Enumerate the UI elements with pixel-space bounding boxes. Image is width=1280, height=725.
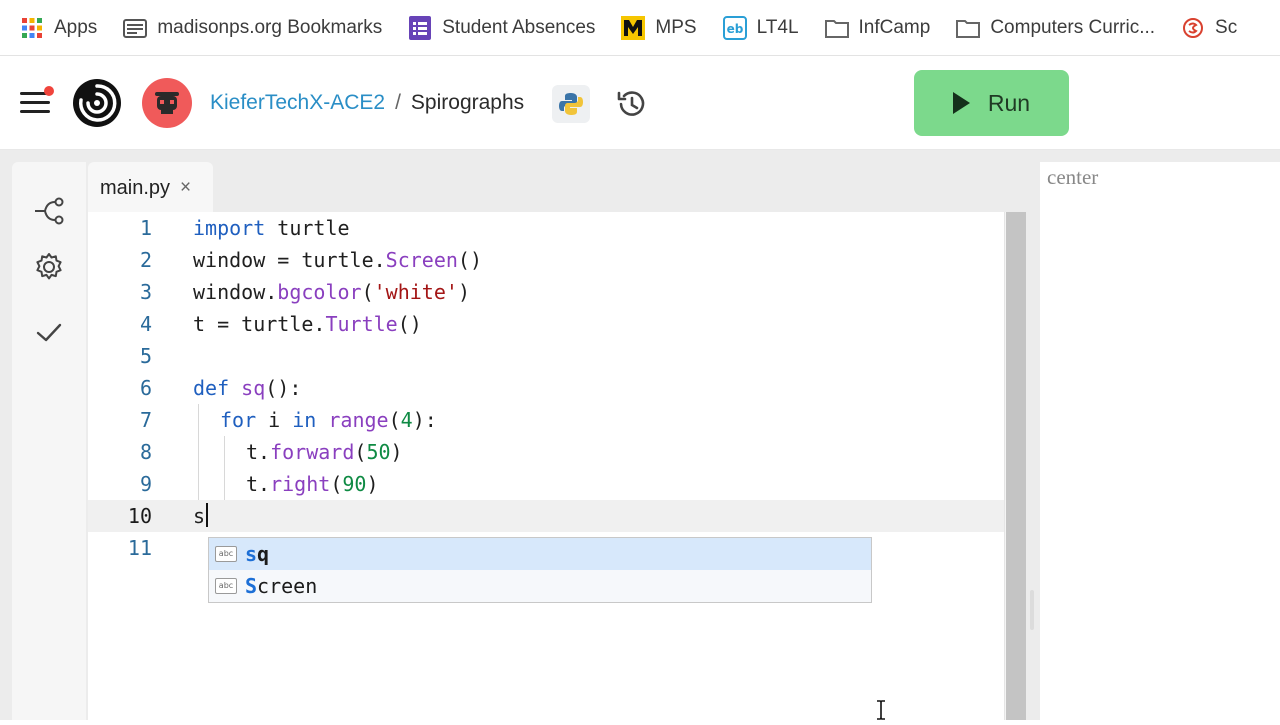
repl-header: KieferTechX-ACE2 / Spirographs Run — [0, 56, 1280, 150]
output-pane: center — [1040, 162, 1280, 720]
code-text: t = turtle.Turtle() — [193, 312, 422, 336]
tab-label: main.py — [100, 176, 171, 199]
mouse-ibeam-cursor-icon — [874, 700, 888, 720]
bookmark-label: Apps — [54, 16, 98, 38]
python-icon[interactable] — [552, 85, 590, 123]
play-icon — [952, 92, 970, 114]
bookmark-lt4l[interactable]: eb LT4L — [722, 15, 799, 40]
code-text: def sq(): — [193, 376, 302, 400]
close-icon[interactable]: × — [180, 177, 191, 199]
line-number: 5 — [139, 344, 152, 368]
bookmark-computers-curric[interactable]: Computers Curric... — [956, 16, 1155, 40]
notification-dot-icon — [44, 86, 54, 96]
code-line[interactable]: 8 t.forward(50) — [88, 436, 1004, 468]
line-number: 10 — [127, 504, 152, 528]
breadcrumb-separator: / — [395, 91, 401, 114]
bookmark-infcamp[interactable]: InfCamp — [824, 16, 931, 40]
line-number: 1 — [139, 216, 152, 240]
code-text: s — [193, 500, 209, 532]
code-line[interactable]: 3 window.bgcolor('white') — [88, 276, 1004, 308]
code-text: window = turtle.Screen() — [193, 248, 482, 272]
bookmark-label: Computers Curric... — [990, 16, 1156, 38]
code-line[interactable]: 4 t = turtle.Turtle() — [88, 308, 1004, 340]
code-line[interactable]: 1 import turtle — [88, 212, 1004, 244]
replit-logo-icon[interactable] — [72, 78, 122, 128]
bookmark-sc[interactable]: Sc — [1181, 16, 1237, 40]
line-number: 4 — [139, 312, 152, 336]
text-symbol-icon: abc — [215, 546, 237, 562]
autocomplete-item-sq[interactable]: abc sq — [209, 538, 871, 570]
menu-icon[interactable] — [20, 86, 54, 114]
git-branch-icon[interactable] — [32, 194, 66, 228]
history-icon[interactable] — [614, 87, 648, 121]
site-icon — [1181, 16, 1205, 40]
bookmark-label: InfCamp — [858, 16, 931, 38]
breadcrumb: KieferTechX-ACE2 / Spirographs — [210, 91, 524, 115]
text-cursor — [206, 503, 209, 527]
code-text: for i in range(4): — [220, 408, 437, 432]
tool-sidebar — [12, 162, 86, 720]
folder-icon — [824, 16, 849, 40]
code-line[interactable]: 2 window = turtle.Screen() — [88, 244, 1004, 276]
check-icon[interactable] — [32, 316, 66, 350]
bookmark-madisonps[interactable]: madisonps.org Bookmarks — [123, 16, 382, 40]
line-number: 7 — [139, 408, 152, 432]
line-number: 6 — [139, 376, 152, 400]
team-link[interactable]: KieferTechX-ACE2 — [210, 91, 385, 115]
bookmark-mps[interactable]: MPS — [621, 15, 697, 40]
code-editor[interactable]: 1 import turtle 2 window = turtle.Screen… — [88, 212, 1026, 720]
autocomplete-item-screen[interactable]: abc Screen — [209, 570, 871, 602]
avatar[interactable] — [142, 78, 192, 128]
bookmark-label: MPS — [655, 16, 697, 38]
line-number: 3 — [139, 280, 152, 304]
indent-guide — [224, 436, 225, 500]
code-line[interactable]: 5 — [88, 340, 1004, 372]
bookmark-page-icon — [123, 16, 148, 40]
editor-pane: main.py × 1 import turtle 2 window = tur… — [86, 162, 1026, 720]
code-line-active[interactable]: 10 s — [88, 500, 1004, 532]
output-text: center — [1047, 165, 1099, 189]
run-label: Run — [987, 89, 1031, 116]
tab-main-py[interactable]: main.py × — [88, 162, 213, 214]
repl-title[interactable]: Spirographs — [411, 91, 524, 115]
apps-grid-icon — [20, 16, 44, 40]
line-number: 11 — [127, 536, 152, 560]
bookmark-label: LT4L — [756, 16, 799, 38]
bookmark-label: Sc — [1215, 16, 1238, 38]
suggestion-text: Screen — [245, 574, 318, 598]
indent-guide — [198, 404, 199, 500]
scrollbar-thumb[interactable] — [1006, 212, 1026, 720]
lt4l-icon: eb — [722, 15, 747, 40]
code-line[interactable]: 9 t.right(90) — [88, 468, 1004, 500]
line-number: 2 — [139, 248, 152, 272]
code-line[interactable]: 6 def sq(): — [88, 372, 1004, 404]
code-text: t.right(90) — [246, 472, 379, 496]
bookmark-label: madisonps.org Bookmarks — [157, 16, 383, 38]
suggestion-text: sq — [245, 542, 270, 566]
code-text: window.bgcolor('white') — [193, 280, 470, 304]
folder-icon — [956, 16, 981, 40]
bookmark-apps[interactable]: Apps — [20, 16, 97, 40]
bookmark-student-absences[interactable]: Student Absences — [408, 15, 596, 40]
mps-logo-icon — [621, 15, 646, 40]
workspace: main.py × 1 import turtle 2 window = tur… — [0, 150, 1280, 720]
bookmark-label: Student Absences — [442, 16, 596, 38]
line-number: 8 — [139, 440, 152, 464]
pane-resize-handle[interactable] — [1030, 590, 1034, 630]
code-line[interactable]: 7 for i in range(4): — [88, 404, 1004, 436]
code-text: import turtle — [193, 216, 350, 240]
run-button[interactable]: Run — [914, 70, 1069, 136]
svg-text:eb: eb — [726, 22, 743, 36]
text-symbol-icon: abc — [215, 578, 237, 594]
code-lines: 1 import turtle 2 window = turtle.Screen… — [88, 212, 1004, 720]
line-number: 9 — [139, 472, 152, 496]
autocomplete-menu: abc sq abc Screen — [208, 537, 872, 603]
bookmarks-bar: Apps madisonps.org Bookmarks Student Abs… — [0, 0, 1280, 56]
settings-gear-icon[interactable] — [32, 250, 66, 284]
forms-icon — [408, 15, 432, 40]
code-text: t.forward(50) — [246, 440, 403, 464]
